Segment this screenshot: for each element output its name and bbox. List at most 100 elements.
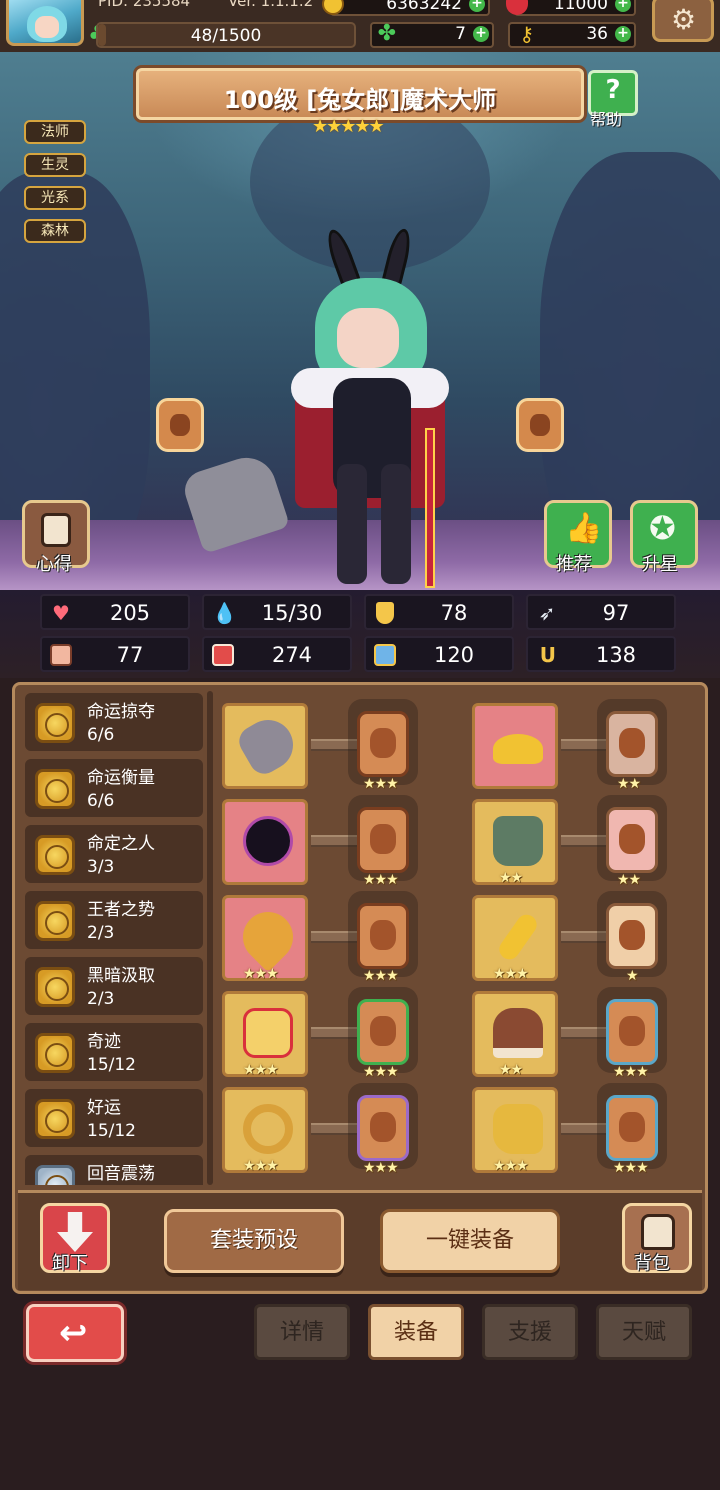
- set-bonus-item[interactable]: 黑暗汲取 2/3: [25, 957, 203, 1015]
- key-counter: ⚷ 36 +: [508, 22, 636, 48]
- set-coin-icon: [35, 835, 75, 875]
- set-bonus-item[interactable]: 好运 15/12: [25, 1089, 203, 1147]
- set-bonus-item[interactable]: 王者之势 2/3: [25, 891, 203, 949]
- battle-axe-icon: [233, 710, 303, 780]
- rune-card-2[interactable]: [606, 711, 658, 777]
- set-coin-icon: [35, 901, 75, 941]
- rune-card-8[interactable]: [606, 999, 658, 1065]
- set-name: 好运: [87, 1098, 121, 1118]
- set-preset-button[interactable]: 套装预设: [164, 1209, 344, 1273]
- stat-hp: ♥ 205: [40, 594, 190, 630]
- key-value: 36: [586, 24, 608, 44]
- set-name: 命定之人: [87, 834, 155, 854]
- set-name: 回音震荡: [87, 1164, 155, 1184]
- rune-card-7[interactable]: [357, 999, 409, 1065]
- stat-armor-value: 120: [433, 643, 475, 667]
- set-bonus-list[interactable]: 命运掠夺 6/6 命运衡量 6/6 命定之人 3/3 王者之势 2/3 黑暗汲取 2/3 …: [25, 693, 203, 1185]
- stat-armor: 120: [364, 636, 514, 672]
- add-gem-button[interactable]: +: [615, 0, 631, 12]
- stat-magic: 274: [202, 636, 352, 672]
- slot-stars: ★★: [499, 1062, 523, 1078]
- straw-hat-icon: [493, 734, 543, 764]
- stat-luck-value: 138: [595, 643, 637, 667]
- tag-class[interactable]: 法师: [24, 120, 86, 144]
- rune-card-6[interactable]: [606, 903, 658, 969]
- tab-talent[interactable]: 天赋: [596, 1304, 692, 1360]
- set-bonus-item[interactable]: 命运衡量 6/6: [25, 759, 203, 817]
- stat-attack-value: 77: [116, 643, 144, 667]
- equipment-panel: 命运掠夺 6/6 命运衡量 6/6 命定之人 3/3 王者之势 2/3 黑暗汲取 2/3 …: [12, 682, 708, 1294]
- add-gold-button[interactable]: +: [469, 0, 485, 12]
- set-name: 黑暗汲取: [87, 966, 155, 986]
- dark-orb-icon: [243, 816, 293, 866]
- rune-slot-right[interactable]: [516, 398, 564, 452]
- set-coin-icon: [35, 1033, 75, 1073]
- down-arrow-icon: [57, 1212, 93, 1252]
- add-key-button[interactable]: +: [615, 26, 631, 42]
- rune-card-4[interactable]: [606, 807, 658, 873]
- player-id: PID: 235584: [98, 0, 191, 10]
- set-bonus-item[interactable]: 命定之人 3/3: [25, 825, 203, 883]
- shield-icon: [376, 602, 394, 624]
- panel-divider: [207, 691, 213, 1185]
- settings-button[interactable]: ⚙: [652, 0, 714, 42]
- fist-icon: [50, 644, 72, 666]
- slot-stars: ★★★: [243, 966, 279, 982]
- equip-all-button[interactable]: 一键装备: [380, 1209, 560, 1273]
- stat-defense: 78: [364, 594, 514, 630]
- set-bonus-item[interactable]: 回音震荡: [25, 1155, 203, 1185]
- player-avatar[interactable]: [6, 0, 84, 46]
- recommend-label: 推荐: [556, 554, 592, 575]
- set-count: 6/6: [87, 725, 115, 745]
- equip-slot-orb[interactable]: [222, 799, 308, 885]
- unequip-label: 卸下: [52, 1253, 88, 1274]
- rune-card-9[interactable]: [357, 1095, 409, 1161]
- bag-label: 背包: [634, 1253, 670, 1274]
- spell-book-icon: [212, 644, 234, 666]
- tag-terrain[interactable]: 森林: [24, 219, 86, 243]
- set-bonus-item[interactable]: 命运掠夺 6/6: [25, 693, 203, 751]
- hero-tag-list: 法师 生灵 光系 森林: [24, 120, 86, 252]
- set-coin-icon: [35, 1099, 75, 1139]
- gem-counter: 11000 +: [506, 0, 636, 16]
- tab-details[interactable]: 详情: [254, 1304, 350, 1360]
- equip-slot-hat[interactable]: [472, 703, 558, 789]
- set-coin-icon: [35, 769, 75, 809]
- golden-key-icon: ⚷: [519, 22, 534, 46]
- version-label: Ver. 1.1.1.2: [228, 0, 314, 10]
- equip-slot-weapon[interactable]: [222, 703, 308, 789]
- gold-counter: 6363242 +: [322, 0, 490, 16]
- question-mark-icon: ?: [605, 75, 621, 105]
- card-stars: ★★★: [613, 1160, 649, 1176]
- rune-slot-left[interactable]: [156, 398, 204, 452]
- slot-stars: ★★★: [493, 966, 529, 982]
- clover-value: 7: [455, 24, 466, 44]
- stat-magic-value: 274: [271, 643, 313, 667]
- tab-equipment[interactable]: 装备: [368, 1304, 464, 1360]
- tab-support[interactable]: 支援: [482, 1304, 578, 1360]
- set-name: 王者之势: [87, 900, 155, 920]
- set-count: 15/12: [87, 1121, 136, 1141]
- gold-gloves-icon: [493, 1104, 543, 1154]
- card-stars: ★★★: [363, 968, 399, 984]
- hero-title: 100级 [兔女郎]魔术大师: [223, 86, 497, 114]
- rune-card-10[interactable]: [606, 1095, 658, 1161]
- set-name: 命运衡量: [87, 768, 155, 788]
- tag-element[interactable]: 光系: [24, 186, 86, 210]
- horseshoe-icon: Ս: [539, 643, 555, 667]
- add-clover-button[interactable]: +: [473, 26, 489, 42]
- card-stars: ★★★: [363, 1064, 399, 1080]
- set-bonus-item[interactable]: 奇迹 15/12: [25, 1023, 203, 1081]
- card-stars: ★★★: [613, 1064, 649, 1080]
- rune-card-1[interactable]: [357, 711, 409, 777]
- set-coin-icon: [35, 967, 75, 1007]
- tag-race[interactable]: 生灵: [24, 153, 86, 177]
- heart-necklace-icon: [232, 901, 304, 973]
- rune-card-5[interactable]: [357, 903, 409, 969]
- back-button[interactable]: ↩: [26, 1304, 124, 1362]
- help-label: 帮助: [590, 110, 623, 129]
- card-stars: ★★: [617, 872, 641, 888]
- fur-boots-icon: [493, 1008, 543, 1058]
- rune-card-3[interactable]: [357, 807, 409, 873]
- star-up-label: 升星: [642, 554, 678, 575]
